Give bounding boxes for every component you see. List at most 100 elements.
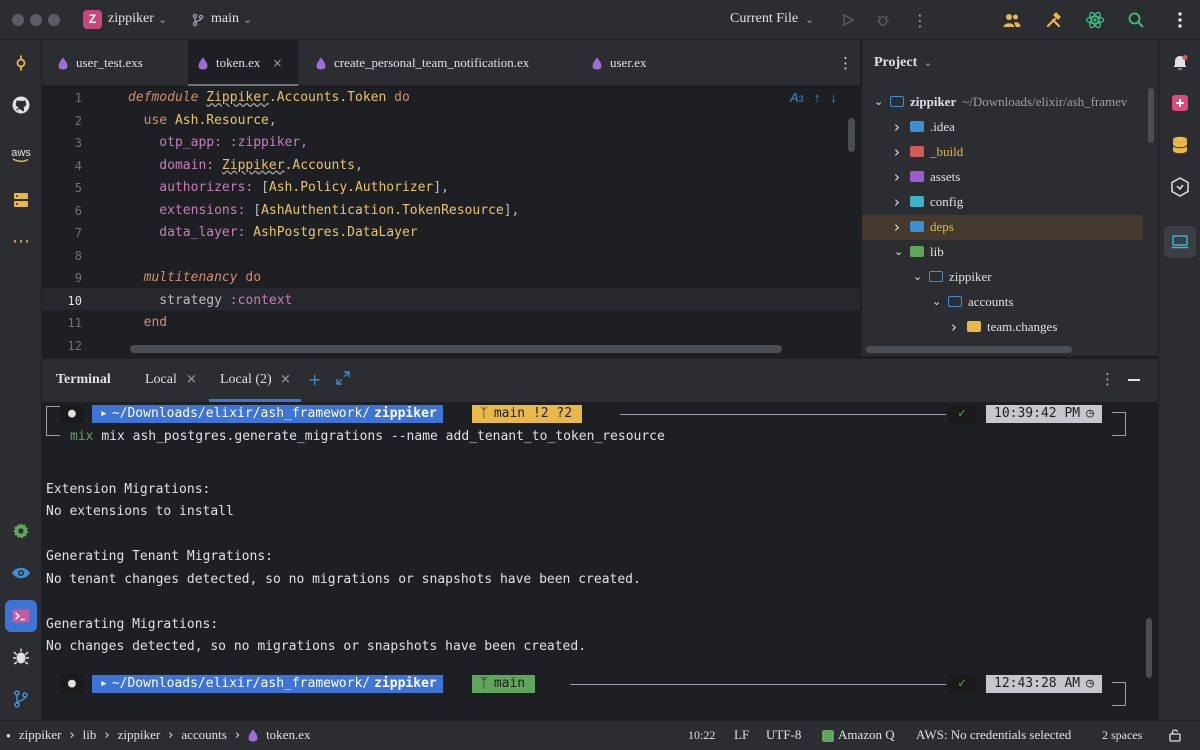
commit-icon[interactable] — [6, 48, 36, 78]
terminal-options-icon[interactable]: ⋮ — [1100, 370, 1115, 388]
terminal-output[interactable]: ● ▸ ~/Downloads/elixir/ash_framework/zip… — [42, 402, 1158, 720]
line-number: 8 — [74, 248, 82, 263]
tab-options-icon[interactable]: ⋮ — [828, 40, 853, 86]
line-number: 12 — [67, 338, 82, 353]
tab-create-personal-team-notification[interactable]: create_personal_team_notification.ex — [306, 40, 556, 86]
horizontal-scrollbar[interactable] — [130, 345, 782, 353]
close-tab-icon[interactable]: × — [280, 372, 291, 387]
code-token: do — [394, 90, 410, 105]
hide-panel-icon[interactable] — [1128, 379, 1140, 381]
tree-item[interactable]: › deps — [894, 214, 954, 239]
tree-item[interactable]: › assets — [894, 164, 960, 189]
code-editor[interactable]: 1 2 3 4 5 6 7 8 9 10 11 12 defmodule Zippiker.Accou… — [42, 86, 860, 356]
tree-item[interactable]: › team.changes — [951, 314, 1057, 339]
terminal-line: Extension Migrations: — [46, 481, 211, 497]
tab-user[interactable]: user.ex — [582, 40, 672, 86]
hammer-icon[interactable] — [1042, 8, 1066, 32]
expand-icon[interactable] — [336, 371, 350, 390]
line-number: 1 — [74, 91, 82, 105]
database-servers-icon[interactable] — [6, 185, 36, 215]
tree-item[interactable]: › _build — [894, 139, 963, 164]
breadcrumb-item[interactable]: token.ex — [266, 727, 310, 743]
debug-bug-icon[interactable] — [6, 642, 36, 672]
git-branch-icon[interactable] — [6, 684, 36, 714]
github-icon[interactable] — [6, 90, 36, 120]
aws-icon[interactable]: aws — [6, 140, 36, 170]
run-config-selector[interactable]: Current File — [730, 11, 798, 27]
close-tab-icon[interactable]: × — [272, 56, 282, 70]
tree-item[interactable]: ⌄ zippiker — [913, 264, 992, 289]
folder-icon — [890, 96, 904, 107]
tree-root[interactable]: ⌄ zippiker ~/Downloads/elixir/ash_framev — [874, 89, 1127, 114]
new-tab-plus-icon[interactable]: + — [308, 370, 321, 389]
terminal-scrollbar[interactable] — [1146, 618, 1152, 678]
tree-item[interactable]: › .idea — [894, 114, 955, 139]
line-separator[interactable]: LF — [734, 727, 749, 743]
prompt-divider — [570, 684, 946, 685]
settings-gear-icon[interactable] — [6, 516, 36, 546]
breadcrumb-separator-icon: › — [69, 727, 75, 743]
code-token: AshPostgres.DataLayer — [253, 225, 418, 240]
tree-vertical-scrollbar[interactable] — [1148, 88, 1154, 143]
code-token: :context — [229, 292, 293, 308]
chevron-down-icon: ⌄ — [913, 270, 923, 283]
lock-icon[interactable] — [1168, 728, 1182, 746]
indent-setting[interactable]: 2 spaces — [1102, 728, 1142, 743]
database-icon[interactable] — [1165, 130, 1195, 160]
notifications-bell-icon[interactable] — [1165, 48, 1195, 78]
prompt-time: 12:43:28 AM ◷ — [986, 675, 1102, 693]
tree-horizontal-scrollbar[interactable] — [866, 346, 1072, 353]
file-encoding[interactable]: UTF-8 — [766, 727, 801, 743]
amazon-q-status[interactable]: Amazon Q — [838, 727, 895, 743]
terminal-tool-icon[interactable] — [5, 600, 37, 632]
debug-icon[interactable] — [871, 8, 895, 32]
add-plugin-icon[interactable] — [1165, 88, 1195, 118]
terminal-tab-local[interactable]: Local — [145, 372, 177, 388]
tree-item-label: deps — [930, 218, 954, 234]
breadcrumb-separator-icon: › — [104, 727, 110, 743]
branch-switcher[interactable]: main — [211, 11, 239, 27]
elixir-file-icon — [316, 57, 326, 69]
code-token: , — [355, 157, 363, 173]
eye-icon[interactable] — [6, 558, 36, 588]
code-token: [ — [253, 202, 262, 218]
project-badge: Z — [83, 10, 102, 29]
project-panel-header[interactable]: Project ⌄ — [874, 50, 932, 75]
code-token: Zippiker — [221, 157, 285, 173]
next-highlight-icon[interactable]: ↓ — [830, 90, 837, 105]
inspection-widget[interactable]: A3 ↑ ↓ — [790, 90, 837, 105]
breadcrumb-item[interactable]: lib — [83, 727, 97, 743]
branch-icon — [186, 8, 210, 32]
aws-credentials-status[interactable]: AWS: No credentials selected — [916, 727, 1071, 743]
tab-token[interactable]: token.ex × — [188, 40, 298, 86]
zoom-window-button[interactable] — [48, 14, 60, 26]
tree-item[interactable]: › config — [894, 189, 963, 214]
close-tab-icon[interactable]: × — [186, 372, 197, 387]
close-window-button[interactable] — [12, 14, 24, 26]
atom-icon[interactable] — [1083, 8, 1107, 32]
breadcrumb-item[interactable]: accounts — [181, 727, 226, 743]
caret-position[interactable]: 10:22 — [688, 728, 715, 743]
people-icon[interactable] — [1000, 8, 1024, 32]
breadcrumb-item[interactable]: zippiker — [19, 727, 62, 743]
ai-assistant-icon[interactable] — [1165, 172, 1195, 202]
tree-item[interactable]: ⌄ accounts — [932, 289, 1013, 314]
project-switcher[interactable]: zippiker — [108, 11, 154, 27]
tree-item[interactable]: ⌄ lib — [894, 239, 944, 264]
more-tools-icon[interactable]: ⋯ — [6, 226, 36, 256]
terminal-tab-local-2[interactable]: Local (2) — [220, 372, 272, 388]
more-vertical-icon[interactable]: ⋮ — [908, 8, 932, 32]
previous-highlight-icon[interactable]: ↑ — [814, 90, 821, 105]
right-tool-strip — [1158, 40, 1200, 720]
tab-user-test[interactable]: user_test.exs — [48, 40, 180, 86]
project-panel: Project ⌄ ⌄ zippiker ~/Downloads/elixir/… — [861, 40, 1158, 356]
line-number: 9 — [74, 271, 82, 285]
device-preview-icon[interactable] — [1164, 226, 1196, 258]
breadcrumb-item[interactable]: zippiker — [118, 727, 161, 743]
search-icon[interactable] — [1124, 8, 1148, 32]
more-vertical-icon[interactable] — [1168, 8, 1192, 32]
chevron-down-icon: ⌄ — [158, 14, 168, 26]
run-icon[interactable] — [836, 8, 860, 32]
minimize-window-button[interactable] — [30, 14, 42, 26]
vertical-scrollbar[interactable] — [848, 118, 855, 152]
